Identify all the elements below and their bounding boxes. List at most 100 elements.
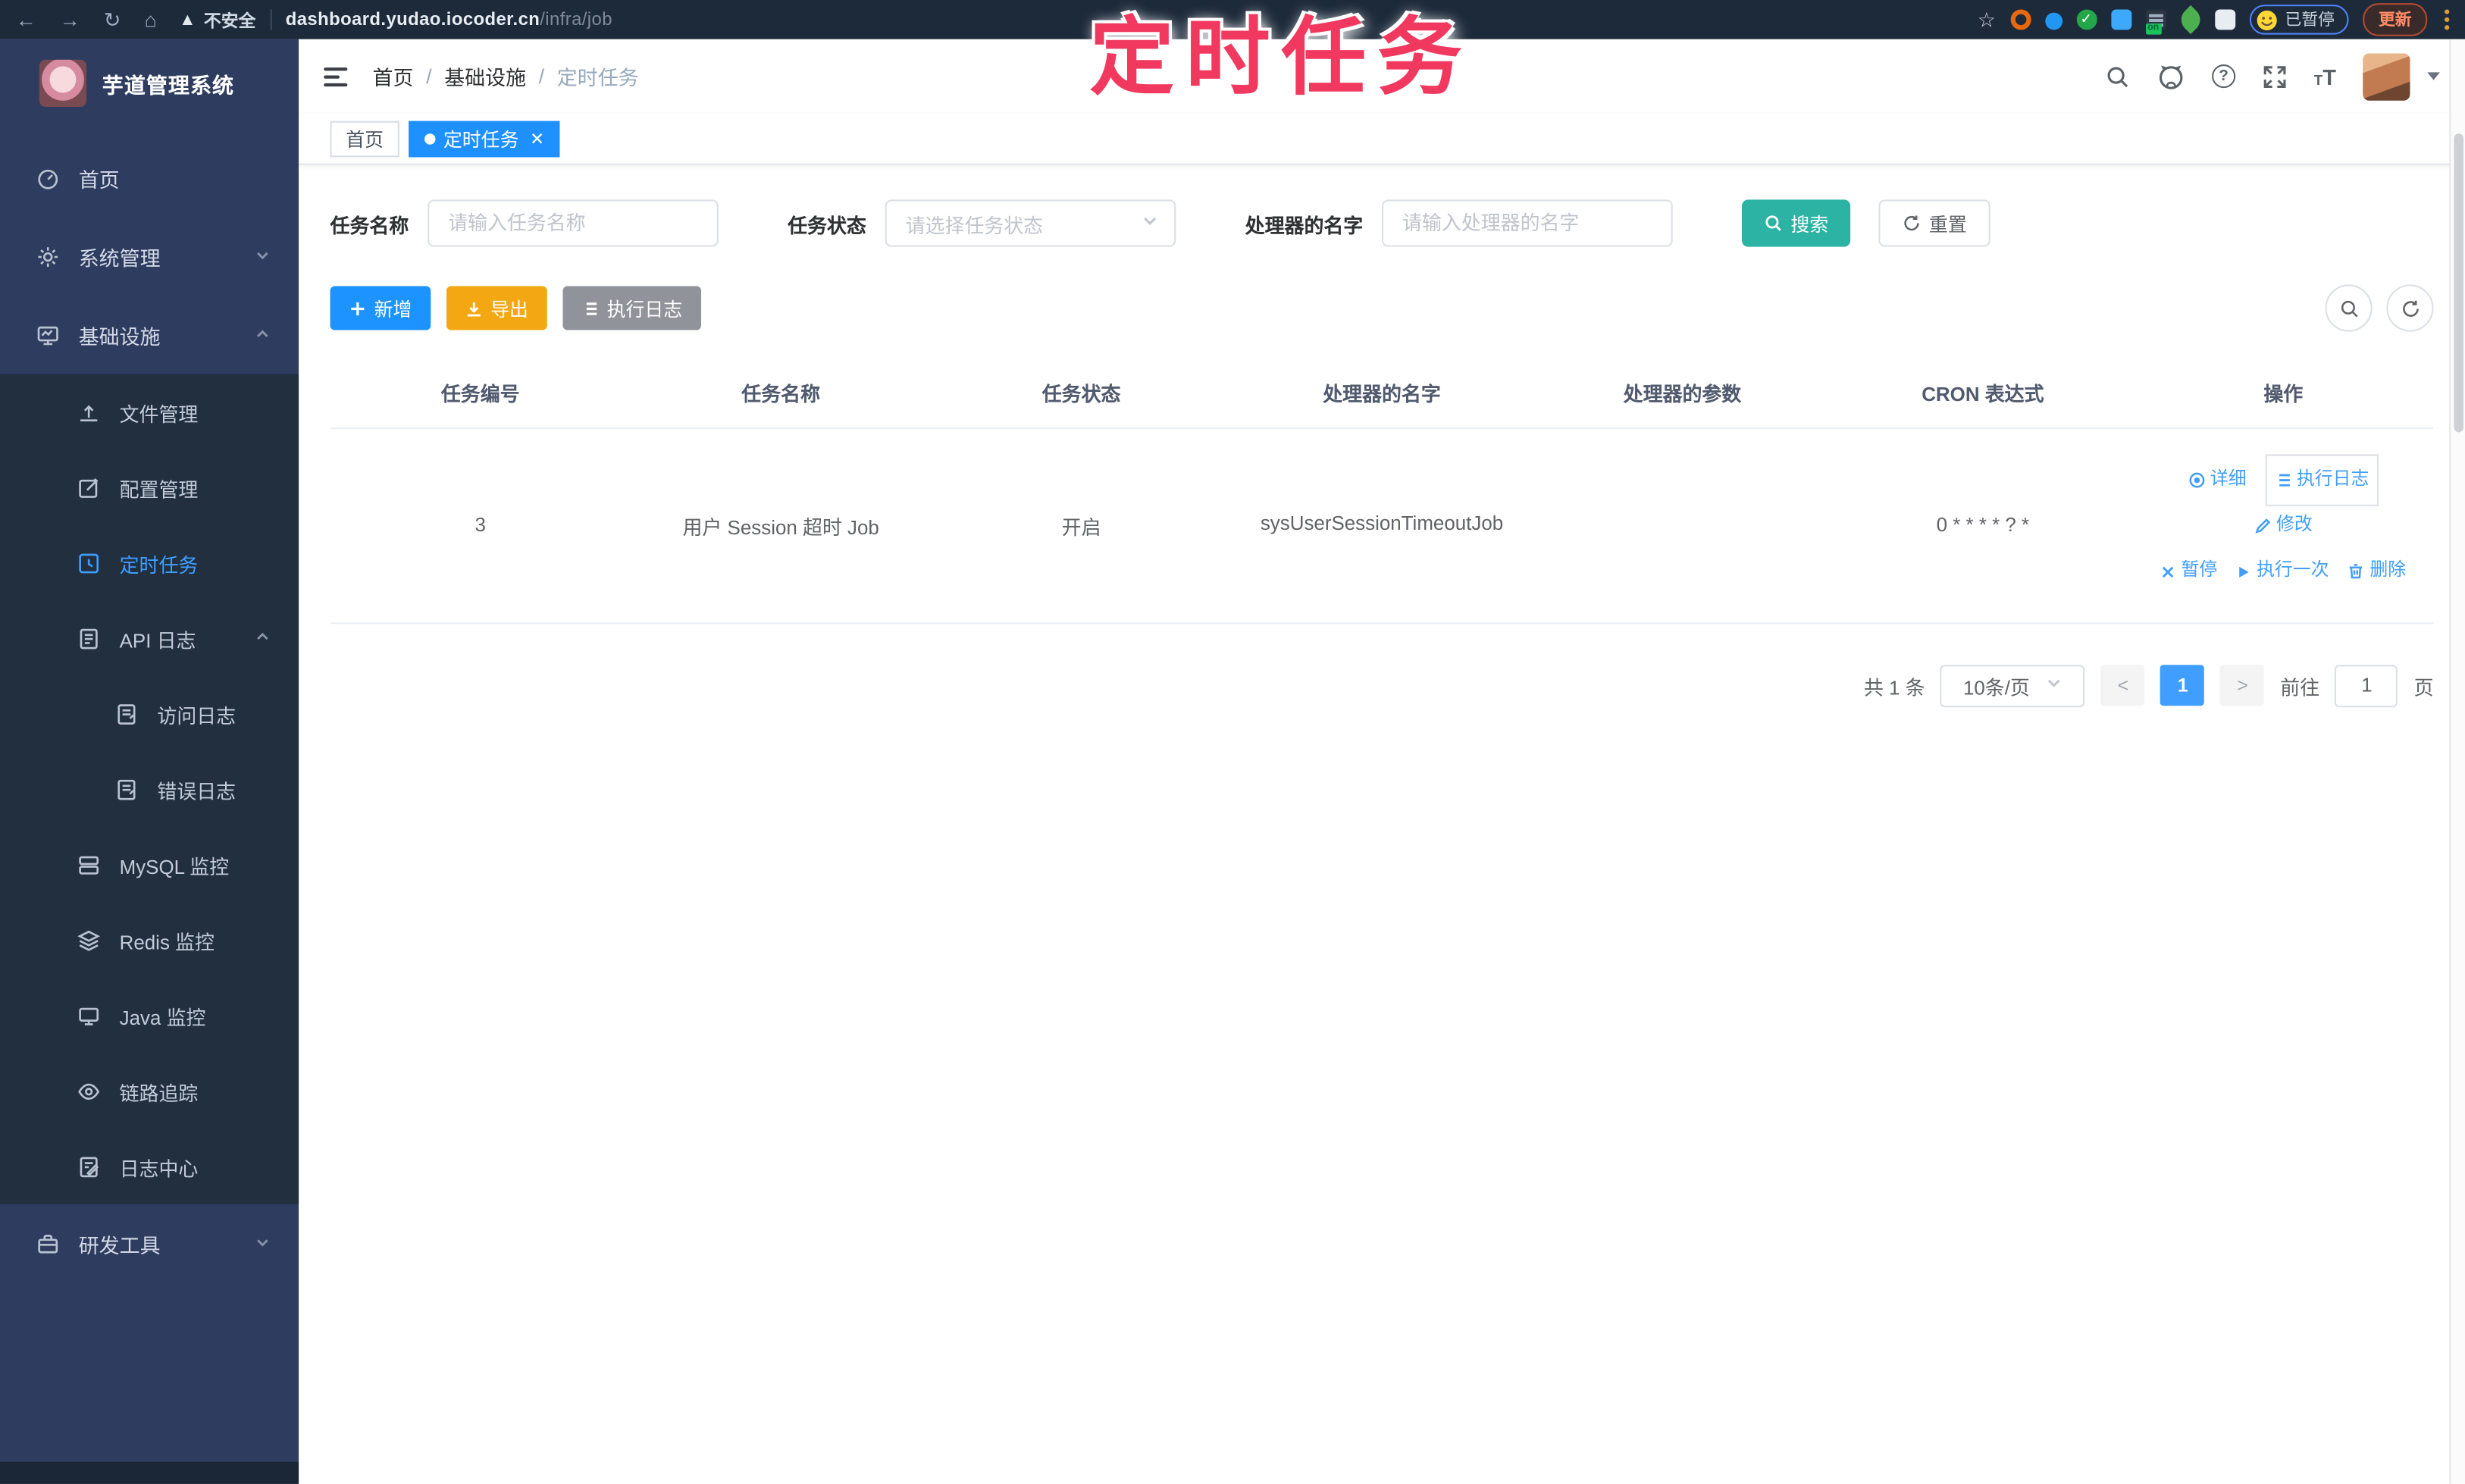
cell-actions: 详细 执行日志 修改 暂停 执行一次 删除 — [2133, 428, 2434, 624]
cell-job-name: 用户 Session 超时 Job — [630, 428, 932, 624]
tab-close-icon[interactable]: ✕ — [530, 128, 544, 149]
cell-handler-name: sysUserSessionTimeoutJob — [1231, 428, 1533, 624]
sidebar-item-redis-monitor[interactable]: Redis 监控 — [0, 902, 299, 978]
monitor-icon — [35, 323, 60, 346]
table-header: 任务编号 任务名称 任务状态 处理器的名字 处理器的参数 CRON 表达式 操作 — [330, 356, 2434, 430]
fullscreen-icon[interactable] — [2262, 64, 2287, 89]
help-icon[interactable]: ? — [2211, 64, 2236, 89]
job-status-select[interactable]: 请选择任务状态 — [885, 199, 1176, 247]
toolbar-right — [2325, 284, 2434, 332]
extension-leaf-icon[interactable] — [2175, 5, 2205, 34]
search-button[interactable]: 搜索 — [1742, 199, 1851, 247]
sidebar-item-file-manage[interactable]: 文件管理 — [0, 374, 299, 450]
exec-log-button[interactable]: 执行日志 — [562, 286, 702, 330]
sidebar-item-error-log[interactable]: 错误日志 — [0, 751, 299, 827]
breadcrumb-infra[interactable]: 基础设施 — [444, 61, 526, 91]
warning-icon: ▲ — [178, 10, 196, 30]
delete-link[interactable]: 删除 — [2348, 552, 2406, 591]
update-button[interactable]: 更新 — [2363, 3, 2428, 36]
security-label: 不安全 — [203, 11, 256, 31]
handler-name-label: 处理器的名字 — [1245, 214, 1364, 237]
prev-page-button[interactable]: < — [2100, 665, 2145, 706]
extension-on-badge: on — [2144, 23, 2162, 35]
app-logo[interactable]: 芋道管理系统 — [0, 39, 299, 126]
logo-avatar — [39, 58, 87, 106]
security-chip[interactable]: ▲ 不安全 — [179, 7, 255, 32]
reload-icon[interactable]: ↻ — [104, 7, 121, 32]
table-toolbar: 新增 导出 执行日志 — [330, 284, 2434, 332]
cell-cron: 0 * * * * ? * — [1832, 428, 2134, 624]
forward-icon[interactable]: → — [60, 8, 80, 31]
browser-menu-icon[interactable] — [2445, 9, 2450, 30]
log-icon — [76, 626, 101, 650]
font-size-icon[interactable]: TT — [2314, 65, 2336, 87]
extension-ring-icon[interactable] — [2009, 9, 2031, 30]
col-handler-name: 处理器的名字 — [1231, 356, 1533, 430]
sidebar-item-scheduled-jobs[interactable]: 定时任务 — [0, 525, 299, 601]
tab-scheduled-jobs[interactable]: 定时任务 ✕ — [409, 120, 560, 157]
sidebar-item-infra[interactable]: 基础设施 — [0, 296, 299, 374]
sidebar-item-java-monitor[interactable]: Java 监控 — [0, 978, 299, 1054]
eye-icon — [76, 1079, 101, 1103]
sidebar-item-log-center[interactable]: 日志中心 — [0, 1129, 299, 1204]
detail-link[interactable]: 详细 — [2188, 461, 2247, 500]
layers-icon — [76, 928, 101, 952]
java-monitor-icon — [76, 1003, 101, 1027]
url-path: /infra/job — [540, 10, 612, 30]
run-once-link[interactable]: 执行一次 — [2236, 553, 2329, 592]
sidebar-item-config-manage[interactable]: 配置管理 — [0, 449, 299, 525]
breadcrumb-current: 定时任务 — [556, 66, 639, 90]
reset-button[interactable]: 重置 — [1878, 199, 1990, 247]
edit-link[interactable]: 修改 — [2254, 506, 2313, 546]
row-exec-log-link[interactable]: 执行日志 — [2265, 454, 2379, 507]
sidebar-item-mysql-monitor[interactable]: MySQL 监控 — [0, 827, 299, 903]
sidebar-item-dev-tools[interactable]: 研发工具 — [0, 1204, 299, 1283]
handler-name-input[interactable] — [1382, 199, 1673, 247]
chevron-up-icon — [255, 628, 271, 650]
sidebar-item-api-log[interactable]: API 日志 — [0, 600, 299, 676]
extension-list-icon[interactable]: on — [2144, 9, 2166, 35]
job-name-input[interactable] — [428, 199, 719, 247]
extensions-puzzle-icon[interactable] — [2214, 9, 2235, 30]
next-page-button[interactable]: > — [2220, 665, 2265, 706]
sidebar-item-system[interactable]: 系统管理 — [0, 217, 299, 296]
jobs-table: 任务编号 任务名称 任务状态 处理器的名字 处理器的参数 CRON 表达式 操作… — [330, 356, 2434, 624]
add-button[interactable]: 新增 — [330, 286, 431, 330]
extension-drop-icon[interactable] — [2044, 11, 2063, 30]
paused-profile-badge[interactable]: 已暂停 — [2248, 5, 2349, 35]
github-icon[interactable] — [2156, 62, 2185, 90]
pause-link[interactable]: 暂停 — [2161, 553, 2217, 592]
browser-toolbar-right: ☆ ✓ on 已暂停 更新 — [1978, 3, 2450, 36]
tab-home[interactable]: 首页 — [330, 120, 399, 157]
search-icon[interactable] — [2105, 64, 2130, 89]
page-content: 任务名称 任务状态 请选择任务状态 处理器的名字 — [299, 165, 2465, 1484]
toggle-search-icon[interactable] — [2325, 284, 2373, 332]
scrollbar[interactable] — [2449, 39, 2465, 1484]
scrollbar-thumb[interactable] — [2454, 133, 2463, 433]
goto-page-input[interactable] — [2335, 664, 2398, 707]
extension-grid-icon[interactable] — [2110, 9, 2131, 30]
refresh-icon[interactable] — [2386, 284, 2434, 332]
sidebar-item-tracing[interactable]: 链路追踪 — [0, 1054, 299, 1129]
page-1-button[interactable]: 1 — [2160, 665, 2205, 706]
bookmark-star-icon[interactable]: ☆ — [1978, 7, 1996, 32]
home-icon[interactable]: ⌂ — [145, 8, 157, 31]
download-icon — [467, 301, 481, 316]
goto-label: 前往 — [2280, 677, 2320, 700]
extension-check-icon[interactable]: ✓ — [2075, 9, 2097, 30]
export-button[interactable]: 导出 — [446, 286, 547, 330]
sidebar-bottom-strip — [0, 1461, 299, 1484]
avatar-caret-icon[interactable] — [2427, 72, 2440, 80]
back-icon[interactable]: ← — [16, 8, 36, 31]
doc-icon — [113, 778, 138, 801]
user-avatar[interactable] — [2363, 52, 2410, 100]
cell-job-status: 开启 — [931, 428, 1232, 624]
address-bar[interactable]: dashboard.yudao.iocoder.cn/infra/job — [286, 10, 612, 29]
sidebar-collapse-icon[interactable] — [324, 67, 348, 86]
sidebar-item-home[interactable]: 首页 — [0, 139, 299, 218]
page-size-select[interactable]: 10条/页 — [1940, 664, 2086, 707]
col-job-status: 任务状态 — [931, 356, 1232, 430]
breadcrumb-home[interactable]: 首页 — [373, 61, 414, 91]
pagination: 共 1 条 10条/页 < 1 > 前往 页 — [330, 664, 2434, 707]
sidebar-item-access-log[interactable]: 访问日志 — [0, 676, 299, 752]
